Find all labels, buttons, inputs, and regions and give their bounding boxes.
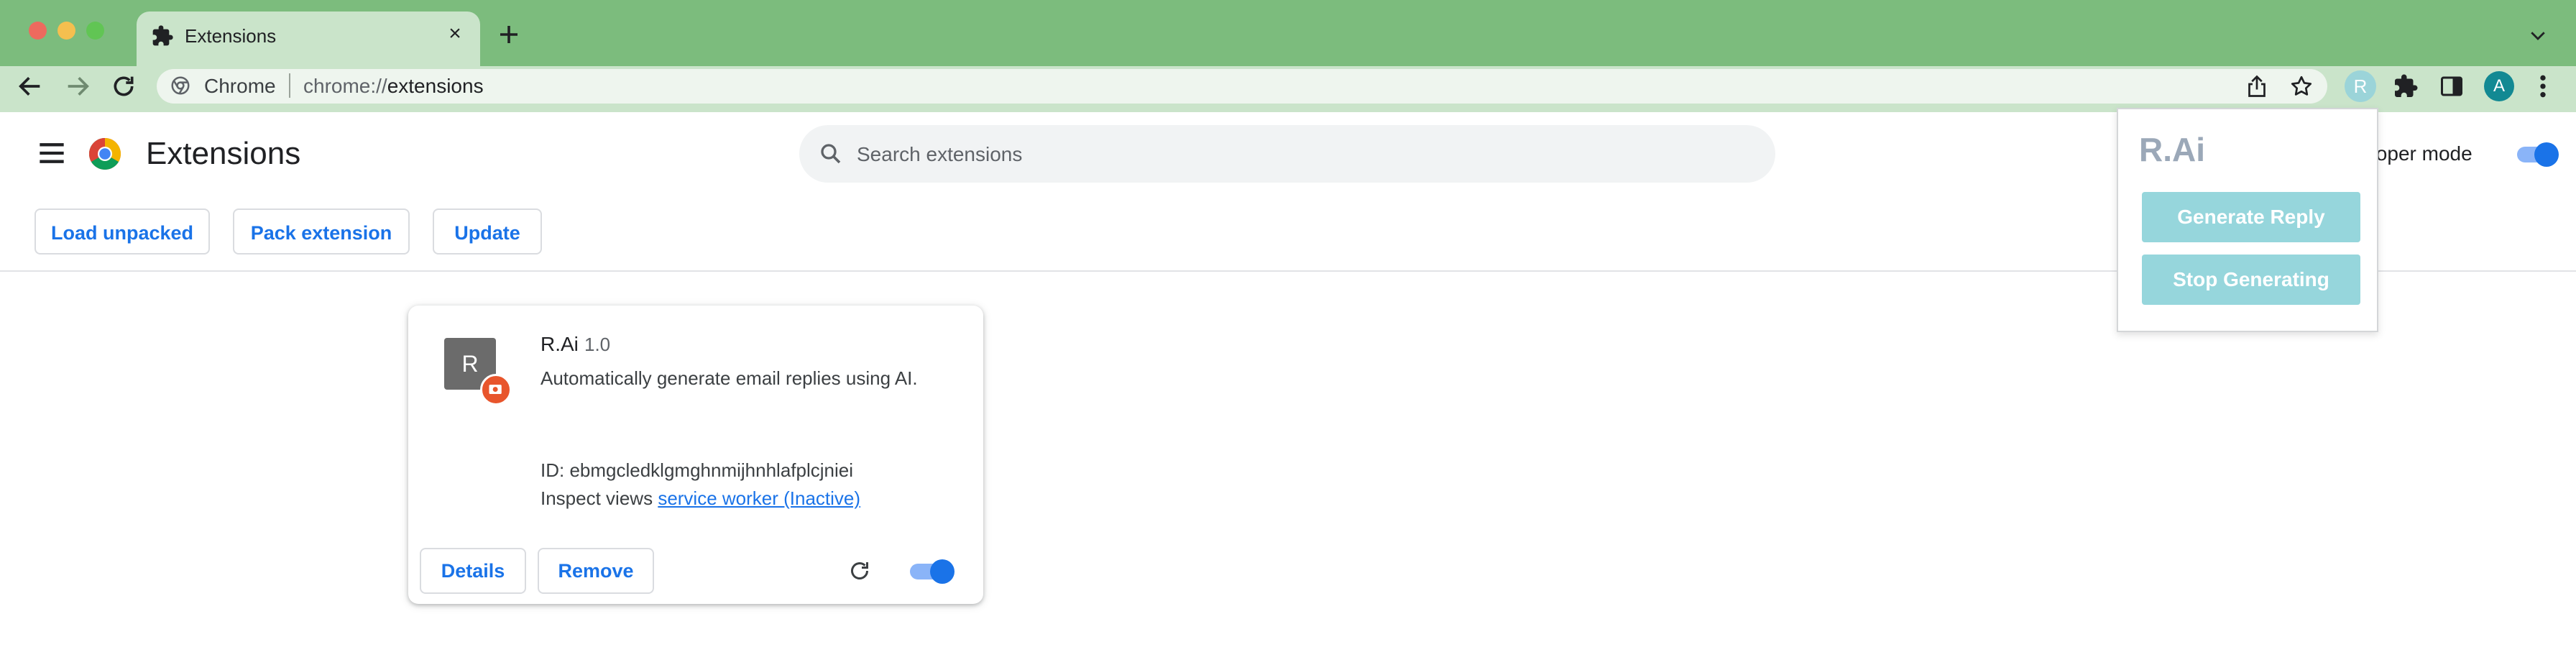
puzzle-icon (152, 25, 173, 46)
omnibox-site-label: Chrome (204, 75, 276, 97)
omnibox-url-prefix: chrome:// (303, 75, 387, 97)
tab-close-icon[interactable]: × (444, 23, 466, 45)
omnibox-url[interactable]: chrome://extensions (303, 75, 484, 98)
omnibox-separator (289, 73, 290, 98)
popup-title: R.Ai (2139, 131, 2205, 168)
star-icon[interactable] (2288, 73, 2314, 99)
search-input[interactable] (855, 132, 1721, 177)
reload-extension-icon[interactable] (847, 558, 873, 584)
profile-avatar[interactable]: A (2484, 71, 2514, 101)
chrome-logo-icon (89, 138, 121, 170)
extension-name: R.Ai (540, 333, 579, 355)
remove-button[interactable]: Remove (538, 548, 654, 594)
minimize-window-button[interactable] (58, 22, 75, 40)
new-tab-icon[interactable] (496, 22, 522, 47)
extension-description: Automatically generate email replies usi… (540, 367, 918, 389)
side-panel-icon[interactable] (2439, 73, 2465, 99)
close-window-button[interactable] (29, 22, 47, 40)
omnibox-url-path: extensions (387, 75, 484, 97)
hamburger-menu-icon[interactable] (37, 141, 66, 165)
developer-mode-toggle-knob[interactable] (2534, 142, 2559, 167)
policy-badge-icon (480, 374, 512, 405)
extension-enable-toggle-knob[interactable] (930, 559, 954, 584)
search-icon (821, 144, 841, 164)
details-button[interactable]: Details (420, 548, 526, 594)
extensions-puzzle-icon[interactable] (2393, 73, 2419, 99)
extension-id: ID: ebmgcledklgmghnmijhnhlafplcjniei (540, 459, 853, 481)
tab-title: Extensions (185, 25, 277, 47)
rai-extension-button[interactable]: R (2345, 70, 2376, 102)
maximize-window-button[interactable] (86, 22, 104, 40)
chevron-down-icon[interactable] (2527, 24, 2549, 46)
forward-arrow-icon[interactable] (63, 72, 92, 101)
load-unpacked-button[interactable]: Load unpacked (34, 208, 210, 255)
inspect-views: Inspect views service worker (Inactive) (540, 487, 860, 510)
share-icon[interactable] (2244, 73, 2270, 99)
reload-icon[interactable] (109, 72, 138, 101)
service-worker-link[interactable]: service worker (Inactive) (658, 487, 860, 509)
inspect-views-label: Inspect views (540, 487, 653, 509)
generate-reply-button[interactable]: Generate Reply (2142, 192, 2360, 242)
more-vert-icon[interactable] (2534, 72, 2552, 101)
stop-generating-button[interactable]: Stop Generating (2142, 255, 2360, 305)
update-button[interactable]: Update (433, 208, 542, 255)
chrome-site-icon[interactable] (170, 75, 191, 96)
extension-version: 1.0 (584, 334, 611, 355)
back-arrow-icon[interactable] (16, 72, 45, 101)
page-title: Extensions (146, 136, 301, 171)
pack-extension-button[interactable]: Pack extension (233, 208, 410, 255)
